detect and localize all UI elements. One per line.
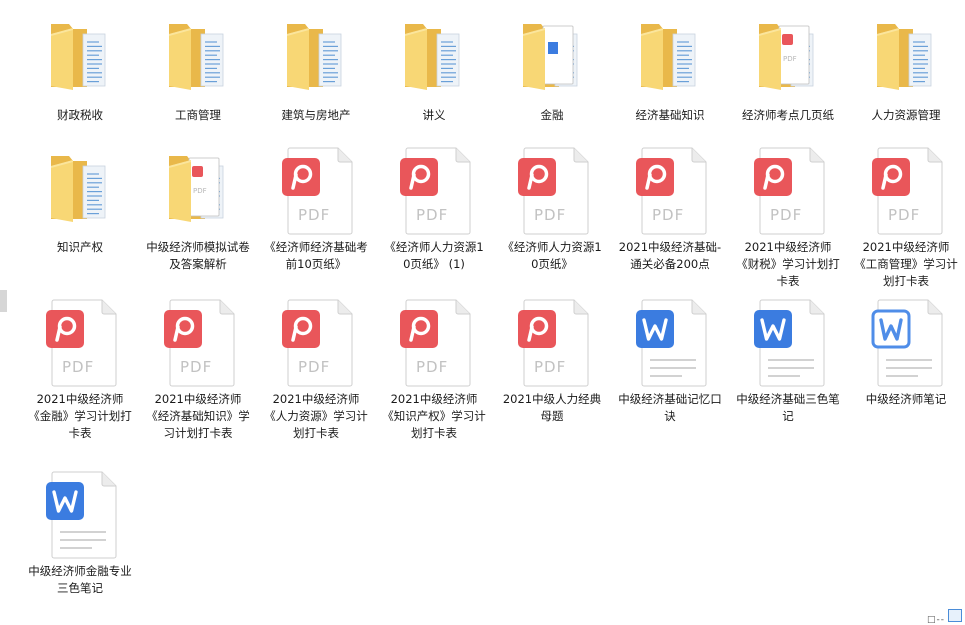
pdf-file-icon: PDF — [379, 146, 489, 238]
svg-text:PDF: PDF — [416, 206, 448, 224]
file-item[interactable]: PDF 《经济师经济基础考前10页纸》 — [261, 146, 371, 273]
file-label: 2021中级经济基础-通关必备200点 — [618, 240, 722, 271]
file-label: 2021中级经济师《财税》学习计划打卡表 — [736, 240, 840, 288]
file-item[interactable]: 人力资源管理 — [851, 14, 961, 124]
word-file-icon — [733, 298, 843, 390]
file-item[interactable]: PDF 《经济师人力资源10页纸》 — [497, 146, 607, 273]
large-icons-view-icon[interactable] — [948, 609, 962, 622]
file-item[interactable]: PDF 中级经济师模拟试卷及答案解析 — [143, 146, 253, 273]
file-label: 中级经济基础三色笔记 — [736, 392, 840, 423]
file-label: 2021中级经济师《人力资源》学习计划打卡表 — [264, 392, 368, 440]
file-item[interactable]: 中级经济师金融专业三色笔记 — [25, 470, 135, 597]
file-item[interactable]: PDF 2021中级经济师《人力资源》学习计划打卡表 — [261, 298, 371, 442]
pdf-file-icon: PDF — [25, 298, 135, 390]
svg-text:PDF: PDF — [652, 206, 684, 224]
scrollbar-marker[interactable] — [0, 290, 7, 312]
svg-text:PDF: PDF — [298, 206, 330, 224]
pdf-file-icon: PDF — [615, 146, 725, 238]
svg-text:PDF: PDF — [62, 358, 94, 376]
file-label: 2021中级经济师《工商管理》学习计划打卡表 — [854, 240, 958, 288]
pdf-file-icon: PDF — [261, 298, 371, 390]
file-item[interactable]: PDF 2021中级经济师《工商管理》学习计划打卡表 — [851, 146, 961, 290]
svg-text:PDF: PDF — [534, 358, 566, 376]
file-label: 经济基础知识 — [635, 108, 705, 122]
file-label: 中级经济师金融专业三色笔记 — [28, 564, 132, 595]
file-item[interactable]: 中级经济基础记忆口诀 — [615, 298, 725, 425]
file-item[interactable]: PDF 经济师考点几页纸 — [733, 14, 843, 124]
file-label: 2021中级经济师《知识产权》学习计划打卡表 — [382, 392, 486, 440]
pdf-file-icon: PDF — [497, 146, 607, 238]
file-item[interactable]: 经济基础知识 — [615, 14, 725, 124]
file-label: 讲义 — [422, 108, 446, 122]
file-label: 中级经济师笔记 — [865, 392, 947, 406]
folder-icon — [379, 14, 489, 106]
svg-text:PDF: PDF — [193, 187, 207, 195]
file-item[interactable]: 中级经济师笔记 — [851, 298, 961, 408]
file-item[interactable]: PDF 2021中级经济师《财税》学习计划打卡表 — [733, 146, 843, 290]
file-item[interactable]: 财政税收 — [25, 14, 135, 124]
folder-with-pdf-icon: PDF — [143, 146, 253, 238]
folder-icon — [261, 14, 371, 106]
word-file-icon — [25, 470, 135, 562]
file-item[interactable]: 金融 — [497, 14, 607, 124]
file-item[interactable]: PDF 2021中级人力经典母题 — [497, 298, 607, 425]
file-label: 中级经济基础记忆口诀 — [618, 392, 722, 423]
file-label: 人力资源管理 — [871, 108, 941, 122]
file-item[interactable]: 建筑与房地产 — [261, 14, 371, 124]
pdf-file-icon: PDF — [261, 146, 371, 238]
file-label: 知识产权 — [57, 240, 103, 254]
file-item[interactable]: 讲义 — [379, 14, 489, 124]
file-item[interactable]: PDF 《经济师人力资源10页纸》 (1) — [379, 146, 489, 273]
folder-icon — [25, 14, 135, 106]
file-item[interactable]: PDF 2021中级经济师《知识产权》学习计划打卡表 — [379, 298, 489, 442]
folder-with-document-icon — [497, 14, 607, 106]
file-label: 工商管理 — [175, 108, 221, 122]
file-item[interactable]: PDF 2021中级经济师《金融》学习计划打卡表 — [25, 298, 135, 442]
pdf-file-icon: PDF — [851, 146, 961, 238]
file-label: 财政税收 — [57, 108, 103, 122]
file-label: 2021中级人力经典母题 — [502, 392, 602, 423]
svg-text:PDF: PDF — [783, 55, 797, 63]
status-corner: □-- — [925, 607, 965, 625]
pdf-file-icon: PDF — [379, 298, 489, 390]
file-item[interactable]: PDF 2021中级经济基础-通关必备200点 — [615, 146, 725, 273]
pdf-file-icon: PDF — [733, 146, 843, 238]
svg-text:PDF: PDF — [534, 206, 566, 224]
file-item[interactable]: 中级经济基础三色笔记 — [733, 298, 843, 425]
svg-text:PDF: PDF — [298, 358, 330, 376]
file-label: 2021中级经济师《金融》学习计划打卡表 — [28, 392, 132, 440]
file-label: 经济师考点几页纸 — [742, 108, 834, 122]
folder-icon — [615, 14, 725, 106]
file-item[interactable]: 工商管理 — [143, 14, 253, 124]
folder-icon — [25, 146, 135, 238]
file-label: 金融 — [540, 108, 564, 122]
word-file-icon — [615, 298, 725, 390]
folder-with-pdf-icon: PDF — [733, 14, 843, 106]
file-item[interactable]: 知识产权 — [25, 146, 135, 256]
svg-text:PDF: PDF — [888, 206, 920, 224]
status-dots: □-- — [927, 615, 945, 625]
pdf-file-icon: PDF — [143, 298, 253, 390]
svg-text:PDF: PDF — [416, 358, 448, 376]
svg-text:PDF: PDF — [180, 358, 212, 376]
folder-icon — [851, 14, 961, 106]
file-label: 《经济师人力资源10页纸》 (1) — [384, 240, 484, 271]
svg-text:PDF: PDF — [770, 206, 802, 224]
file-label: 《经济师经济基础考前10页纸》 — [264, 240, 368, 271]
file-label: 2021中级经济师《经济基础知识》学习计划打卡表 — [146, 392, 250, 440]
file-label: 《经济师人力资源10页纸》 — [502, 240, 602, 271]
file-label: 建筑与房地产 — [281, 108, 351, 122]
file-grid: 财政税收 工商管理 建筑与房地产 讲义 金融 经济基础知识 PDF 经济师考点几… — [0, 0, 965, 625]
file-item[interactable]: PDF 2021中级经济师《经济基础知识》学习计划打卡表 — [143, 298, 253, 442]
pdf-file-icon: PDF — [497, 298, 607, 390]
file-label: 中级经济师模拟试卷及答案解析 — [146, 240, 250, 271]
word-file-icon — [851, 298, 961, 390]
folder-icon — [143, 14, 253, 106]
